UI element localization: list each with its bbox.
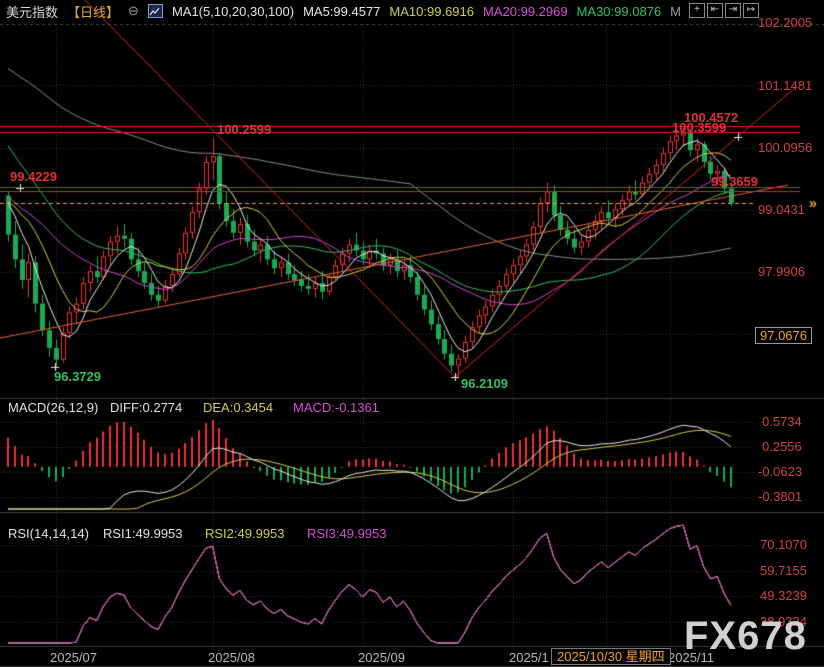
collapse-icon[interactable]: ⊖ [128,3,139,19]
chart-window: { "colors": { "up": "#ef3333", "down": "… [0,0,824,667]
annotation-sep-low: 96.2109 [461,377,508,390]
annotation-july-high: 100.2599 [217,123,271,136]
annotation-line-right: 99.3659 [711,175,758,188]
ma5-value: MA5:99.4577 [303,4,380,19]
x-axis-label-clipped: 2025/1 [509,651,550,664]
period-menu-button[interactable]: M [670,4,681,19]
price-axis-label: 101.1481 [758,79,812,92]
price-axis-highlight: 97.0676 [755,327,812,344]
annotation-july-low: 96.3729 [54,370,101,383]
crosshair-tool-icon[interactable]: + [689,3,705,18]
ma30-value: MA30:99.0876 [577,4,662,19]
macd-axis-label: 0.5734 [762,415,802,428]
rsi-axis-label: 49.3239 [760,589,807,602]
macd-diff-value: DIFF:0.2774 [110,401,182,414]
x-axis-label: 2025/08 [208,651,255,664]
symbol-title: 美元指数 [6,2,58,21]
annotation-line-left: 99.4229 [10,170,57,183]
x-axis-label: 2025/07 [50,651,97,664]
rsi2-value: RSI2:49.9953 [205,527,285,540]
chart-toolbar: + ⇤ ⇥ ↦ [689,3,759,18]
price-axis-label: 100.0956 [758,141,812,154]
macd-axis-label: 0.2556 [762,440,802,453]
rsi1-value: RSI1:49.9953 [103,527,183,540]
rsi3-value: RSI3:49.9953 [307,527,387,540]
crosshair-date-box: 2025/10/30 星期四 [551,648,671,665]
compress-axis-icon[interactable]: ⇤ [707,3,723,18]
macd-axis-label: -0.0623 [758,465,802,478]
chart-canvas[interactable] [0,0,824,667]
annotation-line-upper: 100.3599 [672,121,726,134]
macd-value: MACD:-0.1361 [293,401,379,414]
macd-axis-label: -0.3801 [758,490,802,503]
period-label[interactable]: 【日线】 [67,2,119,21]
x-axis-label: 2025/09 [358,651,405,664]
macd-dea-value: DEA:0.3454 [203,401,273,414]
rsi-axis-label: 59.7155 [760,564,807,577]
macd-title: MACD(26,12,9) [8,401,98,414]
shift-right-icon[interactable]: ↦ [743,3,759,18]
rsi-axis-label: 70.1070 [760,538,807,551]
ma-settings-label: MA1(5,10,20,30,100) [172,4,294,19]
price-axis-label: 99.0431 [758,203,805,216]
watermark: FX678 [684,614,807,659]
rsi-title: RSI(14,14,14) [8,527,89,540]
price-axis-label: 97.9906 [758,265,805,278]
ma10-value: MA10:99.6916 [389,4,474,19]
expand-axis-icon[interactable]: ⇥ [725,3,741,18]
chart-type-icon[interactable] [148,4,163,18]
ma20-value: MA20:99.2969 [483,4,568,19]
